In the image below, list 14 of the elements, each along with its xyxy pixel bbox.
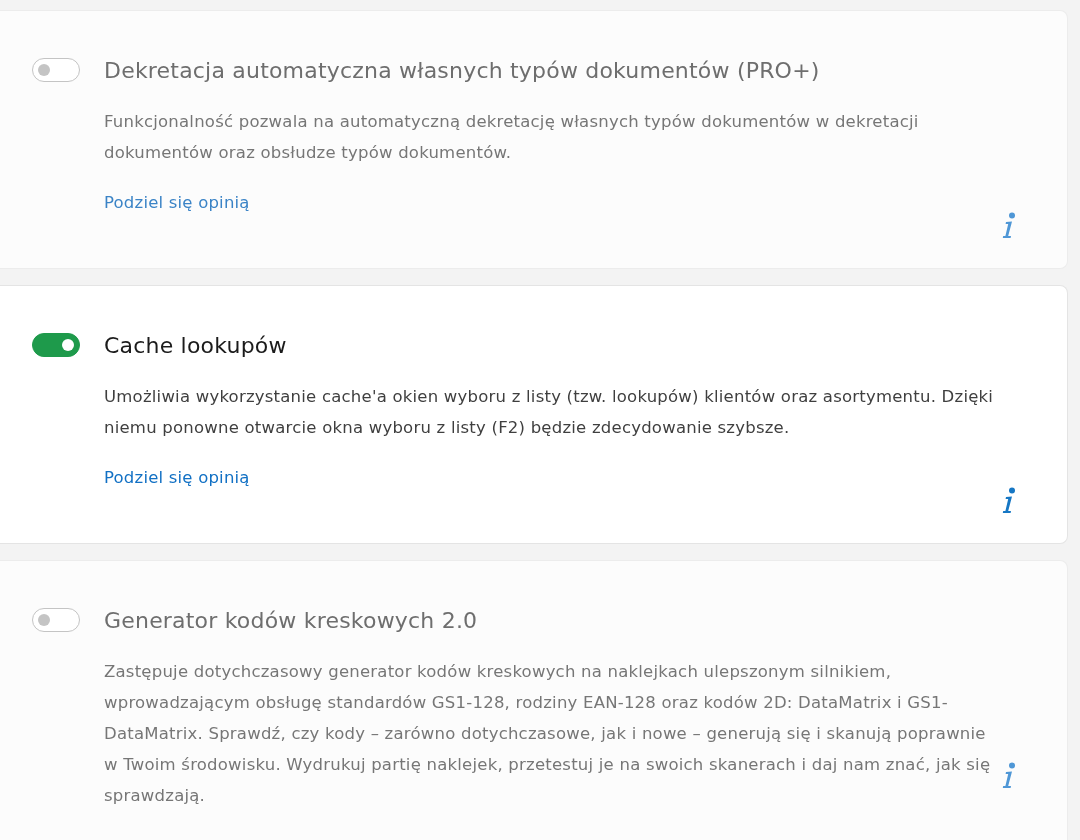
feedback-link[interactable]: Podziel się opinią bbox=[104, 187, 250, 218]
feature-title: Generator kodów kreskowych 2.0 bbox=[104, 607, 478, 633]
info-icon[interactable] bbox=[1002, 212, 1016, 240]
feature-title: Cache lookupów bbox=[104, 332, 287, 358]
feature-description: Umożliwia wykorzystanie cache'a okien wyboru z listy (tzw. lookupów) klientów oraz asortymentu. Dzięki niemu ponowne otwarcie okna wyboru z listy (F2) będzie zdecydowanie szybsze. bbox=[104, 386, 995, 439]
feature-description: Zastępuje dotychczasowy generator kodów kreskowych na naklejkach ulepszonym silnikiem, wprowadzającym obsługę standardów GS1-128, rodziny EAN-128 oraz kodów 2D: DataMatrix i GS1-DataMatrix. Sprawdź, czy kody – zarówno dotychczasowe, jak i nowe – generują się i skanują poprawnie w Twoim środowisku. Wydrukuj partię naklejek, przetestuj je na swoich skanerach i daj nam znać, jak się sprawdzają. bbox=[104, 661, 992, 807]
toggle-switch[interactable] bbox=[32, 608, 80, 632]
feature-description: Funkcjonalność pozwala na automatyczną dekretację własnych typów dokumentów w dekretacji dokumentów oraz obsłudze typów dokumentów. bbox=[104, 111, 920, 164]
feature-title: Dekretacja automatyczna własnych typów dokumentów (PRO+) bbox=[104, 57, 820, 83]
info-icon[interactable] bbox=[1002, 487, 1016, 515]
toggle-switch[interactable] bbox=[32, 58, 80, 82]
toggle-switch[interactable] bbox=[32, 333, 80, 357]
info-icon[interactable] bbox=[1002, 762, 1016, 790]
feedback-link[interactable]: Podziel się opinią bbox=[104, 462, 250, 493]
